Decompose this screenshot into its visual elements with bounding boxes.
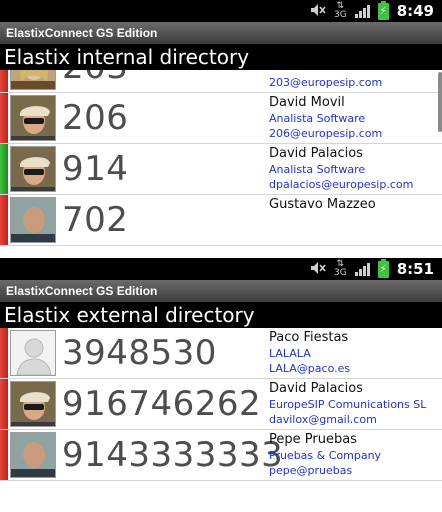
directory-title: Elastix internal directory [0, 44, 442, 70]
contact-extension: 702 [62, 200, 129, 240]
photo-woman-icon [10, 70, 56, 90]
status-clock: 8:49 [396, 2, 434, 20]
presence-indicator [0, 379, 8, 429]
status-bar: ⇅ 3G ⚡ 8:51 [0, 258, 442, 280]
contact-row[interactable]: 206 David Movil Analista Software 206@europ… [0, 93, 442, 144]
contact-name: Pepe Pruebas [269, 432, 357, 447]
contact-name: David Palacios [269, 381, 363, 396]
contact-company[interactable]: LALALA [269, 346, 439, 361]
photo-man-cap-icon [10, 95, 56, 141]
presence-indicator [0, 144, 8, 194]
contact-list[interactable]: 3948530 Paco Fiestas LALALA LALA@paco.es 916… [0, 328, 442, 488]
contact-company[interactable]: Analista Software [269, 111, 439, 126]
contact-email[interactable]: 203@europesip.com [269, 75, 439, 90]
contact-company[interactable]: Analista Software [269, 162, 439, 177]
contact-company[interactable]: Pruebas & Company [269, 448, 439, 463]
signal-strength-icon [354, 262, 370, 276]
presence-indicator [0, 430, 8, 480]
contact-email[interactable]: dpalacios@europesip.com [269, 177, 439, 192]
contact-extension: 3948530 [62, 333, 217, 373]
status-bar: ⇅ 3G ⚡ 8:49 [0, 0, 442, 22]
3g-data-icon: ⇅ 3G [333, 259, 347, 278]
contact-extension: 9143333333 [62, 435, 284, 475]
contact-row[interactable]: 203 203@europesip.com [0, 70, 442, 93]
contact-extension: 206 [62, 98, 129, 138]
contact-row[interactable]: 3948530 Paco Fiestas LALALA LALA@paco.es [0, 328, 442, 379]
contact-name: David Movil [269, 95, 345, 110]
internal-directory-screen: ⇅ 3G ⚡ 8:49 ElastixConnect GS Edition Ela… [0, 0, 442, 256]
contact-email[interactable] [269, 228, 439, 243]
directory-title: Elastix external directory [0, 302, 442, 328]
presence-indicator [0, 70, 8, 92]
photo-man-icon [10, 197, 56, 243]
contact-row[interactable]: 9143333333 Pepe Pruebas Pruebas & Company p… [0, 430, 442, 481]
contact-row[interactable]: 702 Gustavo Mazzeo [0, 195, 442, 246]
mute-icon [310, 3, 326, 20]
3g-data-icon: ⇅ 3G [333, 1, 347, 20]
contact-extension: 916746262 [62, 384, 262, 424]
contact-extension: 914 [62, 149, 129, 189]
contact-name: David Palacios [269, 146, 363, 161]
presence-indicator [0, 195, 8, 245]
contact-email[interactable]: 206@europesip.com [269, 126, 439, 141]
contact-company[interactable] [269, 213, 439, 228]
photo-man-cap-icon [10, 146, 56, 192]
contact-name: Paco Fiestas [269, 330, 349, 345]
contact-email[interactable]: pepe@pruebas [269, 463, 439, 478]
contact-row[interactable]: 916746262 David Palacios EuropeSIP Comunic… [0, 379, 442, 430]
app-title: ElastixConnect GS Edition [0, 22, 442, 44]
contact-name: Gustavo Mazzeo [269, 197, 376, 212]
mute-icon [310, 261, 326, 278]
signal-strength-icon [354, 4, 370, 18]
photo-man-icon [10, 432, 56, 478]
photo-man-cap-icon [10, 381, 56, 427]
contact-row[interactable]: 914 David Palacios Analista Software dpalac… [0, 144, 442, 195]
presence-indicator [0, 328, 8, 378]
contact-email[interactable]: davilox@gmail.com [269, 412, 439, 427]
contact-company[interactable]: EuropeSIP Comunications SL [269, 397, 439, 412]
contact-email[interactable]: LALA@paco.es [269, 361, 439, 376]
app-title: ElastixConnect GS Edition [0, 280, 442, 302]
battery-charging-icon: ⚡ [377, 258, 389, 278]
scrollbar[interactable] [438, 72, 442, 132]
contact-list[interactable]: 203 203@europesip.com206David MovilAnali… [0, 70, 442, 256]
default-person-icon [10, 330, 56, 376]
presence-indicator [0, 93, 8, 143]
battery-charging-icon: ⚡ [377, 0, 389, 20]
status-clock: 8:51 [396, 260, 434, 278]
external-directory-screen: ⇅ 3G ⚡ 8:51 ElastixConnect GS Edition Ela… [0, 256, 442, 512]
contact-extension: 203 [62, 70, 128, 88]
